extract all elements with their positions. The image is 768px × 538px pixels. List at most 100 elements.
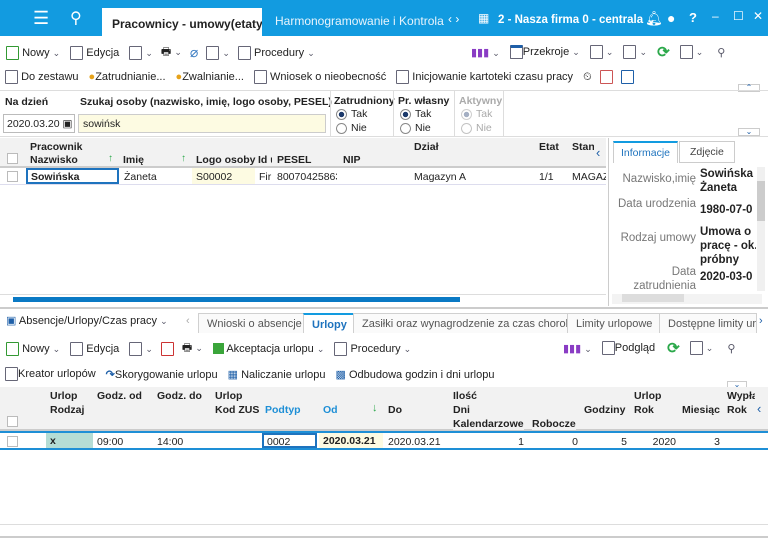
header-rok[interactable]: Rok xyxy=(634,404,654,416)
menu-icon[interactable]: ☰ xyxy=(33,8,49,29)
header-od[interactable]: Od xyxy=(323,404,338,416)
new-button[interactable]: Nowy ⌄ xyxy=(6,45,60,60)
tab-dostepne-limity[interactable]: Dostępne limity ur xyxy=(659,313,757,333)
chart-icon[interactable]: ▮▮▮ ⌄ xyxy=(471,46,500,59)
cell-podtyp[interactable]: 0002 xyxy=(262,433,317,448)
refresh-icon[interactable]: ⟳ xyxy=(657,43,670,61)
view-settings-icon[interactable]: ⌄ xyxy=(679,45,703,59)
expand-button[interactable]: ⌄ xyxy=(738,128,760,136)
header-dept[interactable]: Dział xyxy=(414,141,439,153)
cell-od[interactable]: 2020.03.21 xyxy=(319,433,383,448)
to-set-button[interactable]: Do zestawu xyxy=(5,70,79,84)
accept-leave-button[interactable]: Akceptacja urlopu ⌄ xyxy=(212,343,324,355)
absence-request-button[interactable]: Wniosek o nieobecność xyxy=(253,70,386,84)
calc-leave-button[interactable]: ▦ Naliczanie urlopu xyxy=(228,368,326,381)
sections-button[interactable]: Przekroje ⌄ xyxy=(509,45,580,59)
tab-pracownicy[interactable]: Pracownicy - umowy(etaty) xyxy=(102,8,262,36)
cell-rok[interactable]: 2020 xyxy=(640,436,676,448)
header-godziny[interactable]: Godziny xyxy=(584,404,626,416)
collapse-panel-icon[interactable]: ‹ xyxy=(757,401,761,416)
edit-button[interactable]: Edycja xyxy=(70,341,119,356)
settings-icon[interactable]: ⌄ xyxy=(623,45,647,59)
user-icon[interactable]: ● xyxy=(667,10,675,26)
export-icon[interactable]: ⌄ xyxy=(589,45,613,59)
info-horizontal-scrollbar[interactable] xyxy=(612,294,762,304)
tabs-scroll-left[interactable]: ‹ xyxy=(186,315,190,327)
cell-godz-od[interactable]: 09:00 xyxy=(97,436,123,448)
delete-icon[interactable] xyxy=(160,341,174,356)
chart-icon[interactable]: ▮▮▮ ⌄ xyxy=(563,342,592,355)
cell-robocze[interactable]: 0 xyxy=(545,436,578,448)
bottom-scrollbar-track[interactable] xyxy=(0,524,768,525)
cell-miesiac[interactable]: 3 xyxy=(700,436,720,448)
tabs-scroll-right[interactable]: › xyxy=(759,315,763,327)
cell-dept[interactable]: Magazyn A xyxy=(414,171,466,183)
own-yes-radio[interactable]: Tak xyxy=(400,108,431,120)
close-button[interactable]: ✕ xyxy=(753,9,763,23)
cell-rodzaj[interactable]: x xyxy=(46,433,93,448)
preview-button[interactable]: Podgląd xyxy=(601,341,655,355)
header-godz-od[interactable]: Godz. od xyxy=(97,390,142,402)
company-selector[interactable]: 2 - Nasza firma 0 - centrala ⌄ xyxy=(498,12,656,26)
info-vertical-scrollbar[interactable] xyxy=(757,167,765,291)
correct-leave-button[interactable]: ↷Skorygowanie urlopu xyxy=(106,368,218,381)
date-input[interactable]: 2020.03.20 ▣ xyxy=(3,114,75,133)
search-icon[interactable]: ⚲ xyxy=(70,8,82,28)
select-all-checkbox[interactable] xyxy=(7,416,18,430)
time-icon[interactable]: ⏲ xyxy=(583,71,592,84)
edit-button[interactable]: Edycja xyxy=(70,45,119,60)
print-icon[interactable]: 🖶︎ ⌄ xyxy=(182,339,203,358)
header-nip[interactable]: NIP xyxy=(343,154,361,166)
filter-search-icon[interactable]: ⚲ xyxy=(717,46,725,59)
employed-yes-radio[interactable]: Tak xyxy=(336,108,367,120)
hire-button[interactable]: ●Zatrudnianie... xyxy=(89,71,166,83)
tab-harmonogramowanie[interactable]: Harmonogramowanie i Kontrola RCP xyxy=(275,14,445,28)
row-checkbox[interactable] xyxy=(7,436,18,450)
tab-informacje[interactable]: Informacje xyxy=(613,141,679,163)
tab-zdjecie[interactable]: Zdjęcie xyxy=(679,141,735,163)
preview-icon[interactable]: ⌄ xyxy=(129,341,153,356)
procedures-button[interactable]: Procedury ⌄ xyxy=(237,45,315,60)
cell-godz-do[interactable]: 14:00 xyxy=(157,436,183,448)
section-selector[interactable]: ▣ Absencje/Urlopy/Czas pracy ⌄ xyxy=(6,314,168,327)
header-do[interactable]: Do xyxy=(388,404,402,416)
rebuild-leave-button[interactable]: ▩ Odbudowa godzin i dni urlopu xyxy=(335,368,494,381)
person-search-input[interactable]: sowińsk xyxy=(78,114,326,133)
header-rodzaj[interactable]: Rodzaj xyxy=(50,404,85,416)
help-icon[interactable]: ? xyxy=(689,10,697,25)
header-logo[interactable]: Logo osoby xyxy=(196,154,256,166)
attachment-icon[interactable]: ⌀ xyxy=(190,44,198,61)
new-button[interactable]: Nowy ⌄ xyxy=(6,341,60,356)
calendar-icon[interactable]: ▣ xyxy=(62,118,72,130)
leave-wizard-button[interactable]: Kreator urlopów xyxy=(5,367,96,381)
view-settings-icon[interactable]: ⌄ xyxy=(689,341,713,355)
header-stan[interactable]: Stan xyxy=(572,141,594,153)
cell-do[interactable]: 2020.03.21 xyxy=(388,436,441,448)
tab-zasilki[interactable]: Zasiłki oraz wynagrodzenie za czas choro… xyxy=(353,313,587,333)
cell-surname[interactable]: Sowińska xyxy=(26,168,119,184)
cell-id[interactable]: Fir xyxy=(259,171,271,183)
header-surname[interactable]: Nazwisko xyxy=(30,154,78,166)
select-all-checkbox[interactable] xyxy=(7,153,18,167)
filter-search-icon[interactable]: ⚲ xyxy=(727,342,735,355)
cell-pesel[interactable]: 80070425863 xyxy=(277,171,337,183)
header-podtyp[interactable]: Podtyp xyxy=(265,404,301,416)
document-icon[interactable]: ⌄ xyxy=(206,45,230,60)
header-id[interactable]: Id u xyxy=(258,154,272,166)
header-pesel[interactable]: PESEL xyxy=(277,154,312,166)
cell-etat[interactable]: 1/1 xyxy=(539,171,554,183)
row-checkbox[interactable] xyxy=(7,171,18,185)
maximize-button[interactable]: ☐ xyxy=(733,9,744,23)
header-kod-zus[interactable]: Kod ZUS xyxy=(215,404,260,416)
cell-kalendarzowe[interactable]: 1 xyxy=(490,436,524,448)
tab-scroll-icon[interactable]: ‹ › xyxy=(448,12,459,26)
header-kalendarzowe[interactable]: Kalendarzowe xyxy=(453,418,524,430)
bell-icon[interactable]: 🔔︎ xyxy=(645,10,663,27)
procedures-button[interactable]: Procedury ⌄ xyxy=(334,341,411,356)
header-robocze[interactable]: Robocze xyxy=(532,418,576,430)
init-card-button[interactable]: Inicjowanie kartoteki czasu pracy xyxy=(396,70,573,84)
tab-wnioski[interactable]: Wnioski o absencje xyxy=(198,313,311,333)
tab-limity[interactable]: Limity urlopowe xyxy=(567,313,662,333)
minimize-button[interactable]: – xyxy=(712,9,719,23)
preview-icon[interactable]: ⌄ xyxy=(129,45,153,60)
